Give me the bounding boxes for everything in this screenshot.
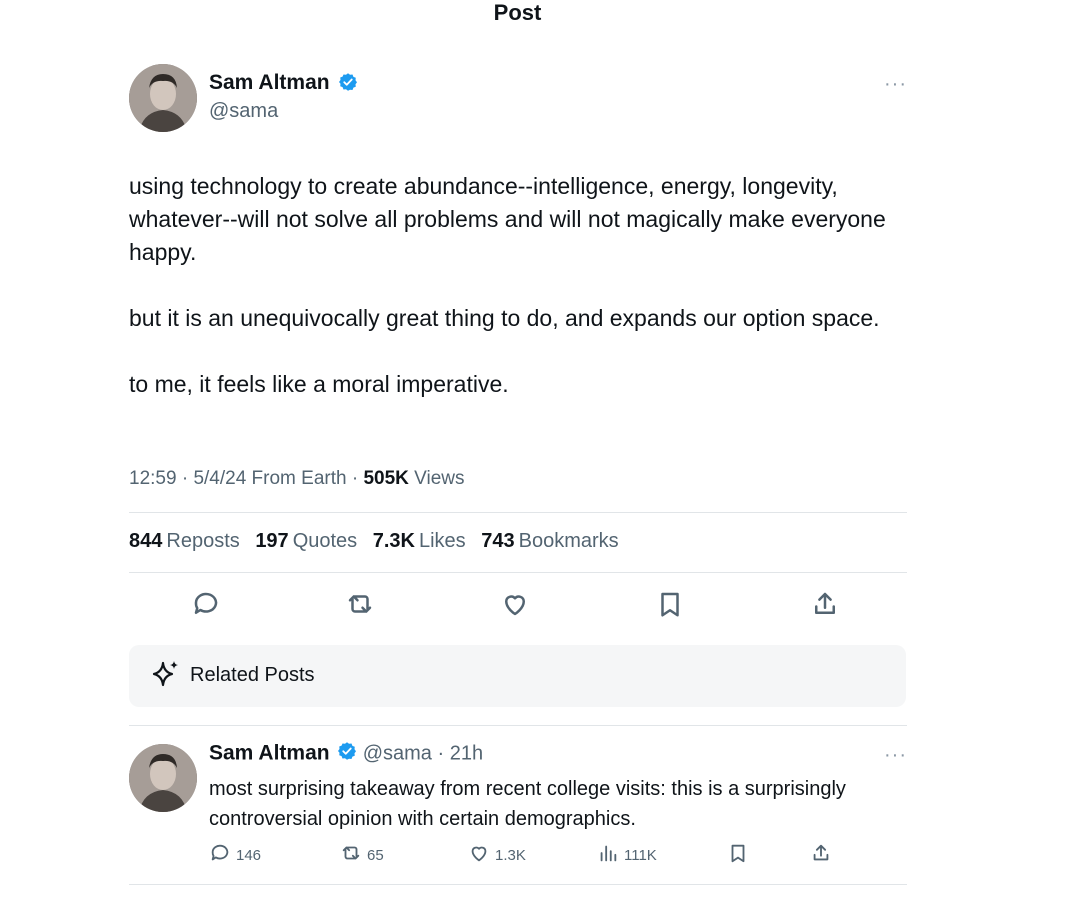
views-count: 111K [624,847,657,864]
more-options-icon[interactable]: ··· [884,744,907,767]
reply-count: 146 [236,847,262,864]
reply-author-name[interactable]: Sam Altman [209,741,330,764]
reply-icon[interactable] [191,589,221,619]
stat-likes[interactable]: 7.3K Likes [373,530,466,552]
verified-badge-icon [338,72,358,97]
reply-icon [209,842,231,869]
reply-header: Sam Altman @sama · 21h [209,741,483,767]
reply-reply-action[interactable]: 146 [209,842,261,869]
post-paragraph: but it is an unequivocally great thing t… [129,305,880,331]
bookmark-icon[interactable] [727,842,749,869]
like-icon[interactable] [500,589,530,619]
like-count: 1.3K [495,847,526,864]
reply-like-action[interactable]: 1.3K [468,842,526,869]
reply-text: most surprising takeaway from recent col… [209,778,846,830]
verified-badge-icon [337,741,357,767]
author-name[interactable]: Sam Altman [209,71,330,94]
reply-author-handle[interactable]: @sama [363,742,432,764]
stat-reposts[interactable]: 844 Reposts [129,530,240,552]
post-text: using technology to create abundance--in… [129,170,909,434]
post-date[interactable]: 5/4/24 [193,468,246,489]
post-paragraph: to me, it feels like a moral imperative. [129,371,509,397]
reply-time[interactable]: 21h [450,742,483,764]
reply-repost-action[interactable]: 65 [340,842,384,869]
repost-count: 65 [367,847,384,864]
stat-bookmarks[interactable]: 743 Bookmarks [481,530,618,552]
author-handle[interactable]: @sama [209,100,278,123]
repost-icon [340,842,362,869]
reply-views-action[interactable]: 111K [597,842,657,869]
avatar[interactable] [129,64,197,132]
views-icon [597,842,619,869]
views-label: Views [414,468,465,489]
bookmark-icon[interactable] [655,589,685,619]
avatar[interactable] [129,744,197,812]
post-paragraph: using technology to create abundance--in… [129,173,886,265]
separator: · [437,742,445,765]
related-posts-label: Related Posts [190,664,315,686]
post-meta: 12:59 · 5/4/24 From Earth · 505K Views [129,468,465,490]
divider [129,884,907,885]
divider [129,572,907,573]
views-count: 505K [363,468,409,489]
like-icon [468,842,490,869]
stat-quotes[interactable]: 197 Quotes [255,530,357,552]
share-icon[interactable] [810,842,832,869]
post-stats: 844 Reposts 197 Quotes 7.3K Likes 743 Bookma… [129,530,629,553]
more-options-icon[interactable]: ··· [884,73,907,96]
sparkle-icon [151,659,181,689]
separator: · [181,468,189,489]
post-time[interactable]: 12:59 [129,468,177,489]
separator: · [351,468,359,489]
post-source: From Earth [251,468,347,489]
page-title: Post [493,0,542,25]
divider [129,512,907,513]
share-icon[interactable] [810,589,840,619]
repost-icon[interactable] [345,589,375,619]
related-posts-banner[interactable]: Related Posts [129,645,906,707]
divider [129,725,907,726]
